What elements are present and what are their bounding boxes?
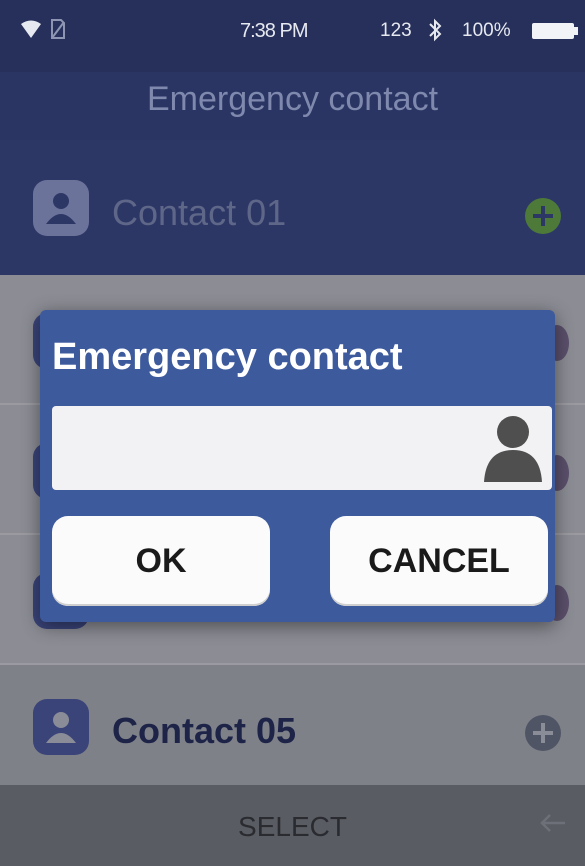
emergency-contact-dialog: Emergency contact OK CANCEL <box>40 310 555 622</box>
back-arrow-icon[interactable] <box>537 811 567 835</box>
no-sim-icon <box>51 19 65 39</box>
cancel-button[interactable]: CANCEL <box>330 516 548 606</box>
contact-label: Contact 05 <box>112 710 297 751</box>
contact-row-01[interactable]: Contact 01 <box>0 140 585 275</box>
app-title: Emergency contact <box>146 80 439 118</box>
softkey-bar: SELECT <box>0 785 585 866</box>
battery-icon <box>532 23 578 39</box>
status-network: 123 <box>380 20 412 41</box>
ok-button[interactable]: OK <box>52 516 270 606</box>
bluetooth-icon <box>429 18 442 42</box>
phone-screen: 7:38 PM 123 100% Emergency contact Conta… <box>0 0 585 866</box>
contact-label: Contact 01 <box>112 192 287 233</box>
add-contact-icon[interactable] <box>525 715 561 751</box>
dialog-title: Emergency contact <box>52 336 403 378</box>
add-contact-icon[interactable] <box>525 198 561 234</box>
select-softkey[interactable]: SELECT <box>0 811 585 843</box>
contact-number-input[interactable] <box>52 406 552 490</box>
contact-row-05[interactable]: Contact 05 <box>0 665 585 785</box>
contact-picker-icon[interactable] <box>482 412 544 484</box>
status-time: 7:38 PM <box>240 20 308 42</box>
contact-avatar-icon <box>33 180 89 236</box>
contact-avatar-icon <box>33 699 89 755</box>
status-bar: 7:38 PM 123 100% <box>0 0 585 72</box>
status-battery-percent: 100% <box>462 20 511 41</box>
wifi-icon <box>21 20 41 38</box>
